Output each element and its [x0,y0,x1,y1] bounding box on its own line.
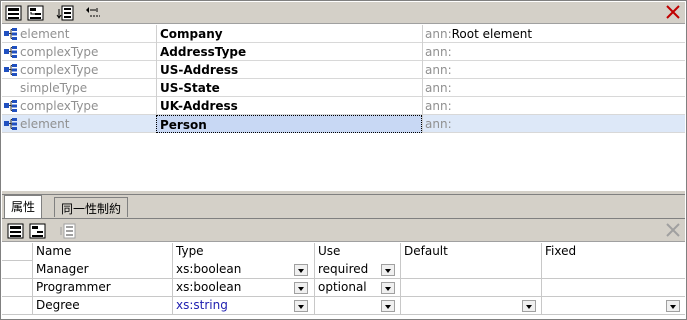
annotation-prefix: ann: [425,99,452,113]
component-row[interactable]: complexType AddressType ann: [2,43,685,61]
type-dropdown-icon[interactable] [294,300,308,312]
component-row[interactable]: simpleType US-State ann: [2,79,685,97]
column-header-use[interactable]: Use [314,243,400,261]
component-row[interactable]: element Person ann: [2,115,685,133]
component-kind: element [20,117,70,131]
type-dropdown-icon[interactable] [294,264,308,276]
append-icon[interactable] [6,222,26,240]
annotation-prefix: ann: [425,63,452,77]
annotation-prefix: ann: [425,117,452,131]
global-components-list: element Company ann:Root element complexTyp… [2,25,685,133]
default-dropdown-icon[interactable] [522,300,536,312]
use-dropdown-icon[interactable] [381,264,395,276]
attribute-type-value: xs:string [176,298,228,312]
component-kind: complexType [20,45,99,59]
component-tree-icon [4,118,18,130]
attribute-type-value: xs:boolean [176,280,242,294]
attribute-use-cell[interactable] [314,297,400,315]
component-tree-icon [4,100,18,112]
attribute-name-cell[interactable]: Manager [32,261,172,279]
component-annotation[interactable]: ann:Root element [422,25,685,43]
attribute-row[interactable]: Degree xs:string [2,297,685,315]
attribute-fixed-cell[interactable] [541,279,685,297]
column-header-default[interactable]: Default [400,243,541,261]
component-kind: element [20,27,70,41]
annotation-prefix: ann: [425,27,452,41]
attributes-grid: Name Type Use Default Fixed Manager xs:bo… [2,243,685,318]
component-name[interactable]: US-State [156,79,422,97]
component-tree-icon [4,28,18,40]
attribute-fixed-cell[interactable] [541,297,685,315]
components-toolbar [2,2,685,24]
column-header-fixed[interactable]: Fixed [541,243,685,261]
insert-icon[interactable] [28,222,48,240]
attribute-default-cell[interactable] [400,297,541,315]
attribute-use-value: optional [318,280,367,294]
annotation-prefix: ann: [425,81,452,95]
attribute-use-cell[interactable]: optional [314,279,400,297]
append-icon[interactable] [4,4,24,22]
column-header-name[interactable]: Name [32,243,172,261]
close-icon[interactable] [665,4,681,20]
component-name[interactable]: US-Address [156,61,422,79]
add-child-icon [58,222,78,240]
collapse-icon[interactable] [84,4,104,22]
annotation-value: Root element [451,27,533,41]
close-icon [665,222,681,238]
add-child-icon[interactable] [56,4,76,22]
component-annotation[interactable]: ann: [422,79,685,97]
attribute-default-cell[interactable] [400,279,541,297]
component-annotation[interactable]: ann: [422,61,685,79]
annotation-prefix: ann: [425,45,452,59]
use-dropdown-icon[interactable] [381,282,395,294]
component-row[interactable]: complexType UK-Address ann: [2,97,685,115]
details-tabbar: 属性 同一性制約 [2,195,685,218]
component-name[interactable]: Person [156,115,422,133]
fixed-dropdown-icon[interactable] [666,300,680,312]
attribute-row[interactable]: Programmer xs:boolean optional [2,279,685,297]
component-name[interactable]: UK-Address [156,97,422,115]
attribute-use-cell[interactable]: required [314,261,400,279]
component-row[interactable]: complexType US-Address ann: [2,61,685,79]
type-dropdown-icon[interactable] [294,282,308,294]
tab-attributes[interactable]: 属性 [4,195,43,218]
insert-icon[interactable] [26,4,46,22]
tab-identity-constraints[interactable]: 同一性制約 [54,197,129,217]
component-row[interactable]: element Company ann:Root element [2,25,685,43]
component-kind: complexType [20,99,99,113]
component-tree-icon [4,64,18,76]
component-annotation[interactable]: ann: [422,43,685,61]
attribute-name-cell[interactable]: Programmer [32,279,172,297]
attribute-fixed-cell[interactable] [541,261,685,279]
attribute-type-value: xs:boolean [176,262,242,276]
attribute-use-value: required [318,262,369,276]
column-header-type[interactable]: Type [172,243,314,261]
component-name[interactable]: Company [156,25,422,43]
component-annotation[interactable]: ann: [422,115,685,133]
attribute-default-cell[interactable] [400,261,541,279]
component-kind: simpleType [20,81,88,95]
attribute-name-cell[interactable]: Degree [32,297,172,315]
use-dropdown-icon[interactable] [381,300,395,312]
attribute-type-cell[interactable]: xs:boolean [172,261,314,279]
component-kind: complexType [20,63,99,77]
attribute-type-cell[interactable]: xs:boolean [172,279,314,297]
component-tree-icon [4,46,18,58]
component-annotation[interactable]: ann: [422,97,685,115]
schema-overview-window: element Company ann:Root element complexTyp… [0,0,687,320]
component-name[interactable]: AddressType [156,43,422,61]
attributes-header-row: Name Type Use Default Fixed [2,243,685,261]
attribute-type-cell[interactable]: xs:string [172,297,314,315]
attribute-row[interactable]: Manager xs:boolean required [2,261,685,279]
attributes-toolbar [2,218,685,242]
